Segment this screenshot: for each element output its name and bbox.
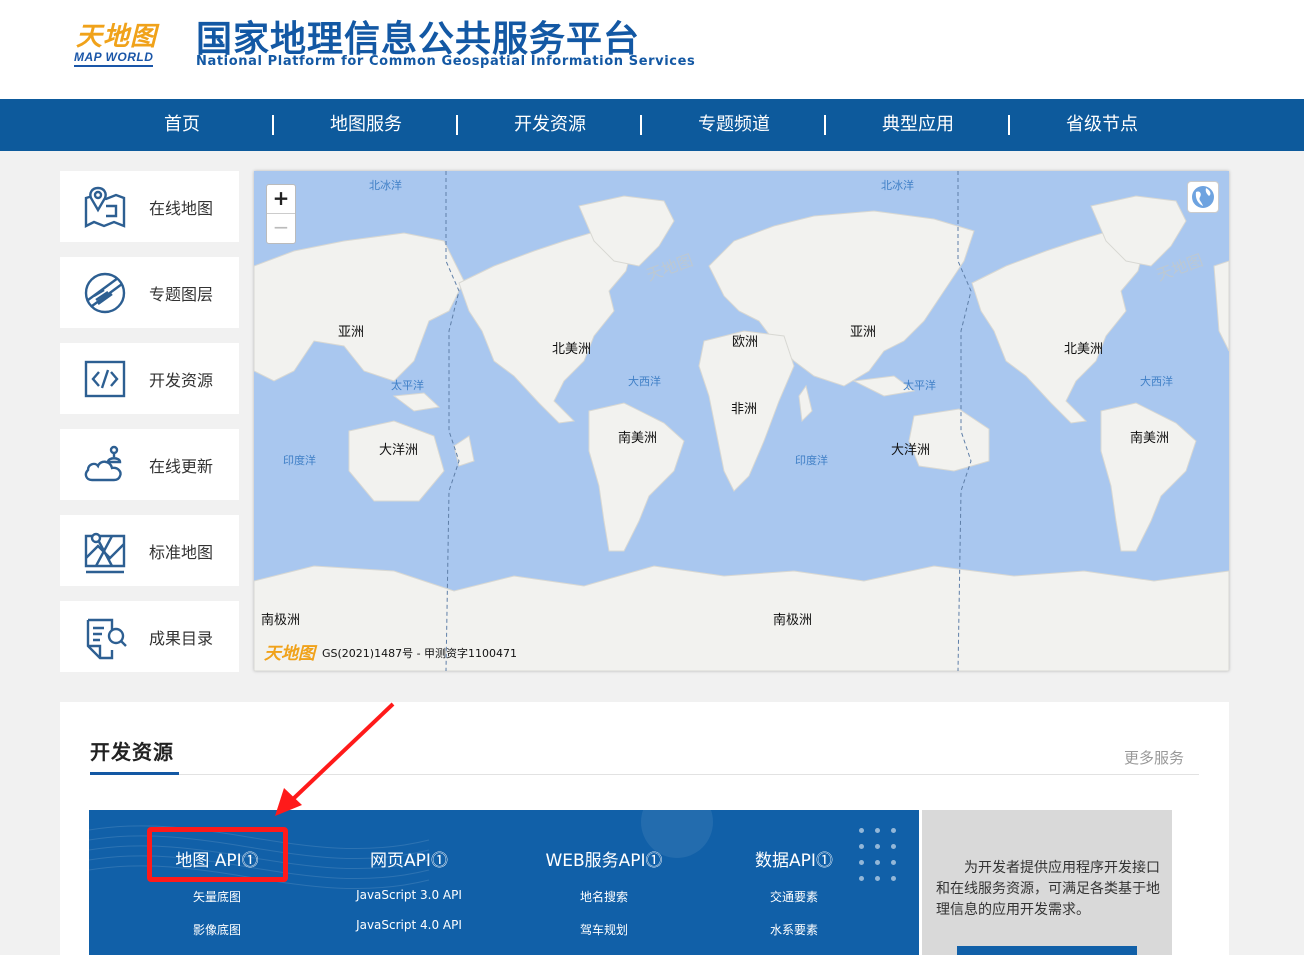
map-label-north-america: 北美洲 (1064, 342, 1104, 357)
section-title: 开发资源 (90, 740, 174, 764)
map-label-indian-ocean: 印度洋 (283, 454, 316, 467)
world-map-viewer[interactable]: 天地图 天地图 + − 北冰洋 北冰洋 亚洲 北美洲 欧洲 亚洲 北美洲 太平洋… (254, 171, 1229, 671)
globe-icon (1192, 186, 1214, 208)
world-map-canvas[interactable]: 天地图 天地图 (254, 171, 1229, 671)
globe-toggle-button[interactable] (1187, 181, 1219, 213)
map-label-asia: 亚洲 (338, 325, 365, 340)
sidebar-item-label: 开发资源 (149, 371, 214, 390)
main-nav: 首页 地图服务 开发资源 专题频道 典型应用 省级节点 (0, 99, 1304, 151)
nav-dev-resources[interactable]: 开发资源 (458, 99, 642, 151)
map-label-pacific-ocean: 太平洋 (903, 379, 936, 392)
site-header: 天地图 MAP WORLD 国家地理信息公共服务平台 National Plat… (0, 0, 1304, 99)
sidebar-item-catalog[interactable]: 成果目录 (60, 601, 239, 672)
map-pin-icon (84, 186, 126, 228)
site-subtitle: National Platform for Common Geospatial … (196, 54, 696, 69)
map-label-arctic-ocean: 北冰洋 (881, 179, 914, 192)
nav-provincial-nodes[interactable]: 省级节点 (1010, 99, 1194, 151)
map-label-south-america: 南美洲 (618, 431, 658, 446)
web-api-heading[interactable]: 网页API⓵ (329, 846, 489, 871)
api-link-js3[interactable]: JavaScript 3.0 API (329, 888, 489, 902)
api-link-imagery-basemap[interactable]: 影像底图 (147, 921, 287, 938)
api-link-water-features[interactable]: 水系要素 (724, 921, 864, 938)
svg-text:天地图: 天地图 (644, 250, 696, 284)
dev-resources-section: 开发资源 更多服务 地图 API⓵ 矢量底图 影像底图 网页API⓵ JavaS… (60, 702, 1229, 955)
logo-chinese: 天地图 (76, 22, 158, 52)
tianditu-logo[interactable]: 天地图 MAP WORLD (72, 14, 167, 69)
api-panel: 地图 API⓵ 矢量底图 影像底图 网页API⓵ JavaScript 3.0 … (89, 810, 919, 955)
nav-home[interactable]: 首页 (90, 99, 274, 151)
api-link-traffic-features[interactable]: 交通要素 (724, 888, 864, 905)
quick-links-sidebar: 在线地图 专题图层 开发资源 在线更新 标准地图 成果目录 (60, 171, 239, 687)
sidebar-item-thematic-layers[interactable]: 专题图层 (60, 257, 239, 328)
section-title-underline (90, 772, 179, 775)
standard-map-icon (84, 532, 126, 574)
api-column-web: 网页API⓵ JavaScript 3.0 API JavaScript 4.0… (329, 846, 489, 932)
zoom-in-button[interactable]: + (267, 185, 295, 214)
nav-map-services[interactable]: 地图服务 (274, 99, 458, 151)
map-label-africa: 非洲 (731, 402, 758, 417)
api-link-place-search[interactable]: 地名搜索 (524, 888, 684, 905)
map-label-antarctica: 南极洲 (773, 613, 813, 628)
api-link-js4[interactable]: JavaScript 4.0 API (329, 918, 489, 932)
api-column-web-service: WEB服务API⓵ 地名搜索 驾车规划 (524, 846, 684, 938)
sidebar-item-online-map[interactable]: 在线地图 (60, 171, 239, 242)
map-label-south-america: 南美洲 (1130, 431, 1170, 446)
code-icon (84, 360, 126, 398)
api-link-driving-route[interactable]: 驾车规划 (524, 921, 684, 938)
map-label-atlantic-ocean: 大西洋 (628, 375, 661, 388)
sidebar-item-label: 专题图层 (149, 285, 214, 304)
map-label-antarctica: 南极洲 (261, 613, 301, 628)
map-credit-logo: 天地图 (264, 644, 315, 664)
map-label-indian-ocean: 印度洋 (795, 454, 828, 467)
section-divider (90, 774, 1199, 775)
zoom-control: + − (266, 184, 296, 244)
sidebar-item-standard-map[interactable]: 标准地图 (60, 515, 239, 586)
map-label-atlantic-ocean: 大西洋 (1140, 375, 1173, 388)
sidebar-item-dev-resources[interactable]: 开发资源 (60, 343, 239, 414)
dev-description-button[interactable] (957, 946, 1137, 955)
web-service-api-heading[interactable]: WEB服务API⓵ (524, 846, 684, 871)
sidebar-item-label: 成果目录 (149, 629, 214, 648)
map-label-oceania: 大洋洲 (891, 443, 931, 458)
nav-topics[interactable]: 专题频道 (642, 99, 826, 151)
more-services-link[interactable]: 更多服务 (1124, 747, 1184, 768)
map-label-oceania: 大洋洲 (379, 443, 419, 458)
catalog-search-icon (86, 618, 127, 660)
api-column-map: 地图 API⓵ 矢量底图 影像底图 (147, 846, 287, 938)
sidebar-item-label: 在线地图 (149, 199, 214, 218)
cloud-update-icon (84, 445, 122, 482)
data-api-heading[interactable]: 数据API⓵ (724, 846, 864, 871)
zoom-out-button[interactable]: − (267, 214, 295, 243)
api-link-vector-basemap[interactable]: 矢量底图 (147, 888, 287, 905)
sidebar-item-online-update[interactable]: 在线更新 (60, 429, 239, 500)
map-label-asia: 亚洲 (850, 325, 877, 340)
map-label-europe: 欧洲 (732, 335, 759, 350)
map-api-heading[interactable]: 地图 API⓵ (147, 846, 287, 871)
decorative-dots (859, 828, 903, 886)
map-label-pacific-ocean: 太平洋 (391, 379, 424, 392)
sidebar-item-label: 在线更新 (149, 457, 214, 476)
sidebar-item-label: 标准地图 (149, 543, 214, 562)
map-credit-text: GS(2021)1487号 - 甲测资字1100471 (322, 647, 518, 660)
map-label-arctic-ocean: 北冰洋 (369, 179, 402, 192)
api-column-data: 数据API⓵ 交通要素 水系要素 (724, 846, 864, 938)
logo-english: MAP WORLD (74, 50, 154, 67)
layers-icon (84, 272, 126, 314)
dev-description-text: 为开发者提供应用程序开发接口和在线服务资源，可满足各类基于地理信息的应用开发需求… (936, 860, 1160, 918)
map-label-north-america: 北美洲 (552, 342, 592, 357)
dev-description-panel: 为开发者提供应用程序开发接口和在线服务资源，可满足各类基于地理信息的应用开发需求… (922, 810, 1172, 955)
nav-applications[interactable]: 典型应用 (826, 99, 1010, 151)
